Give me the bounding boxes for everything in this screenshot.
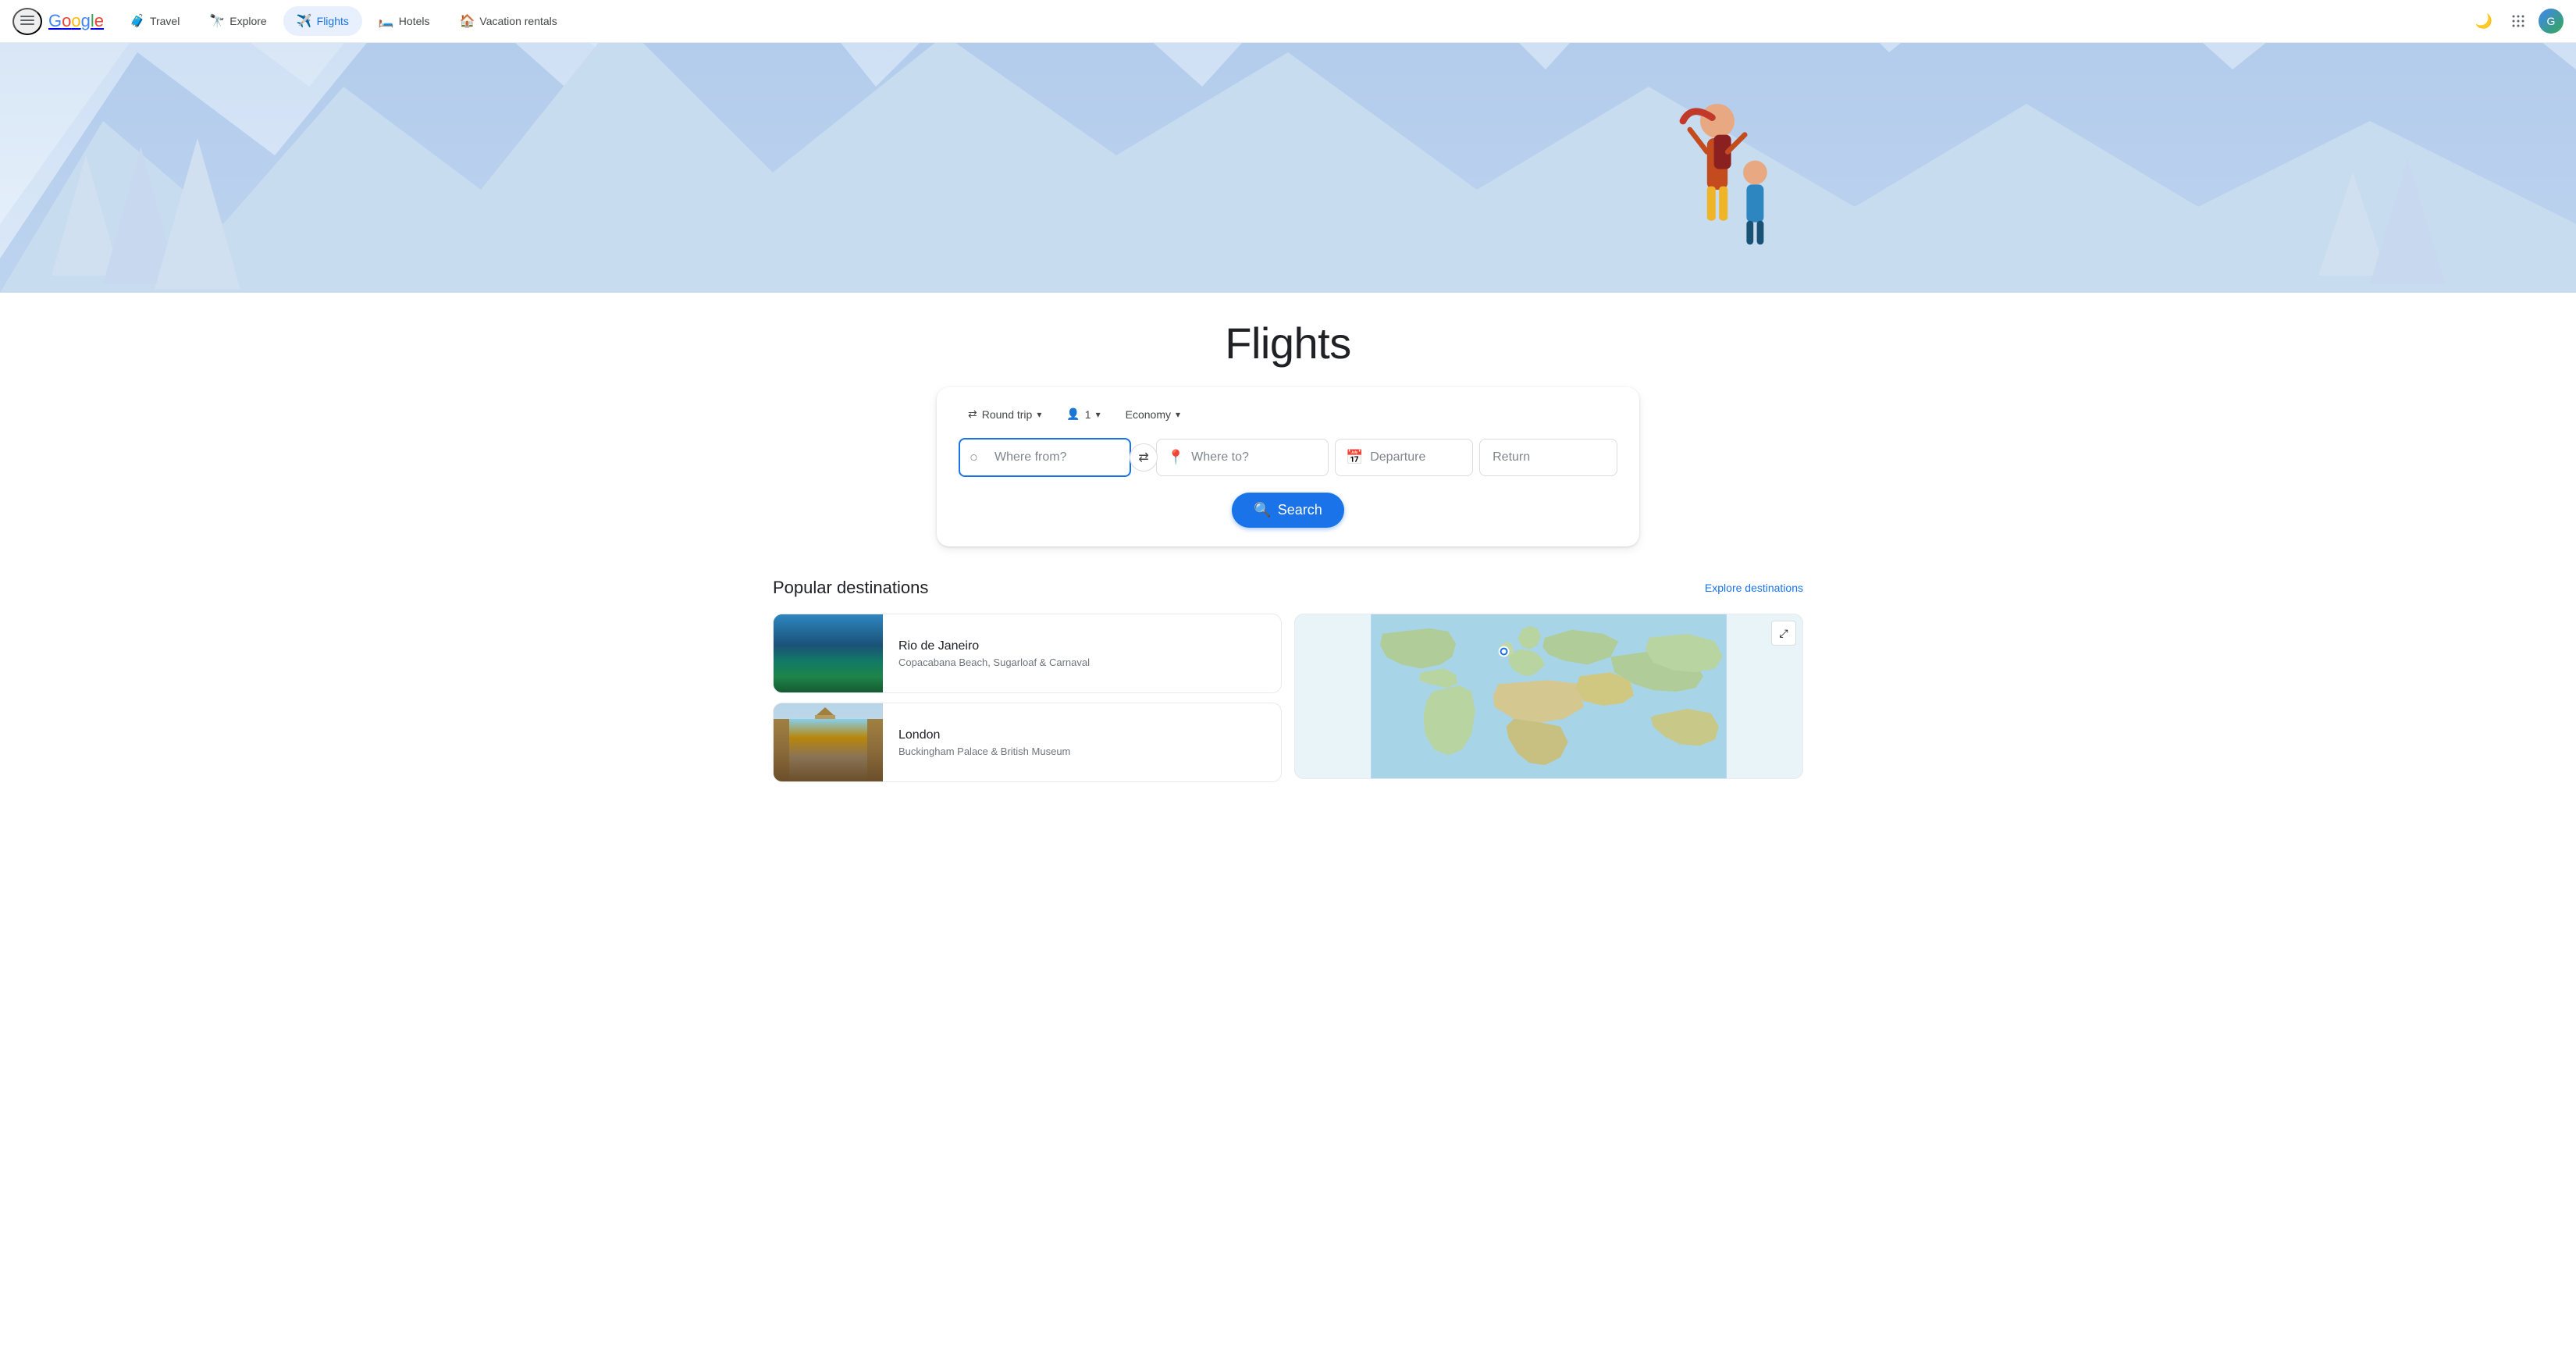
search-icon: 🔍 [1254,502,1271,518]
passengers-button[interactable]: 👤 1 ▾ [1057,403,1109,425]
cabin-class-chevron: ▾ [1176,409,1180,420]
trip-type-chevron: ▾ [1037,409,1041,420]
destinations-grid: Rio de Janeiro Copacabana Beach, Sugarlo… [773,614,1803,782]
tab-explore-label: Explore [229,15,266,27]
avatar[interactable]: G [2539,9,2564,34]
destination-info-london: London Buckingham Palace & British Museu… [883,716,1086,770]
destination-card-rio[interactable]: Rio de Janeiro Copacabana Beach, Sugarlo… [773,614,1282,693]
popular-section: Popular destinations Explore destination… [742,578,1834,829]
search-button[interactable]: 🔍 Search [1232,493,1343,528]
destination-image-rio [774,614,883,692]
world-map-svg [1295,614,1802,778]
search-options: ⇄ Round trip ▾ 👤 1 ▾ Economy ▾ [959,403,1617,425]
destination-desc-rio: Copacabana Beach, Sugarloaf & Carnaval [898,657,1090,668]
passengers-chevron: ▾ [1096,409,1101,420]
where-from-wrapper: ○ [959,438,1131,477]
explore-destinations-link[interactable]: Explore destinations [1705,582,1803,594]
search-button-label: Search [1278,502,1322,518]
hero-section: ✈ [0,43,2576,293]
return-wrapper [1479,439,1617,476]
flights-icon: ✈️ [297,13,312,29]
map-container: ⤢ [1294,614,1803,779]
where-from-input[interactable] [959,438,1131,477]
destinations-list: Rio de Janeiro Copacabana Beach, Sugarlo… [773,614,1282,782]
destination-info-rio: Rio de Janeiro Copacabana Beach, Sugarlo… [883,627,1105,681]
swap-button[interactable]: ⇄ [1130,443,1158,472]
page-title: Flights [0,318,2576,368]
destination-desc-london: Buckingham Palace & British Museum [898,746,1070,757]
departure-wrapper: 📅 [1335,439,1473,476]
destination-name-rio: Rio de Janeiro [898,639,1090,653]
cabin-class-button[interactable]: Economy ▾ [1116,404,1190,425]
hotels-icon: 🛏️ [379,13,394,29]
tab-flights-label: Flights [317,15,349,27]
hero-illustration: ✈ [0,43,2576,293]
tab-travel[interactable]: 🧳 Travel [116,6,193,36]
search-btn-wrapper: 🔍 Search [959,493,1617,528]
trip-type-button[interactable]: ⇄ Round trip ▾ [959,403,1051,425]
popular-destinations-title: Popular destinations [773,578,928,598]
header: Google 🧳 Travel 🔭 Explore ✈️ Flights 🛏️ … [0,0,2576,43]
tab-vacation-label: Vacation rentals [479,15,557,27]
explore-icon: 🔭 [209,13,225,29]
cabin-class-label: Economy [1126,408,1171,421]
search-fields: ○ ⇄ 📍 📅 [959,438,1617,477]
destination-name-london: London [898,728,1070,742]
tab-travel-label: Travel [150,15,180,27]
menu-button[interactable] [12,8,42,35]
destination-card-london[interactable]: London Buckingham Palace & British Museu… [773,703,1282,782]
map-expand-button[interactable]: ⤢ [1771,621,1796,646]
tab-explore[interactable]: 🔭 Explore [196,6,279,36]
trip-type-label: Round trip [982,408,1033,421]
nav-tabs: 🧳 Travel 🔭 Explore ✈️ Flights 🛏️ Hotels … [116,6,2464,36]
where-to-wrapper: 📍 [1156,439,1329,476]
header-right: 🌙 G [2470,7,2564,35]
destination-pin-icon: 📍 [1167,450,1184,466]
calendar-icon: 📅 [1346,450,1363,466]
return-input[interactable] [1479,439,1617,476]
tab-vacation[interactable]: 🏠 Vacation rentals [446,6,570,36]
google-logo[interactable]: Google [48,11,104,31]
apps-button[interactable] [2504,7,2532,35]
vacation-icon: 🏠 [459,13,475,29]
swap-icon: ⇄ [1138,450,1148,465]
passengers-label: 1 [1085,408,1091,421]
location-circle-icon: ○ [970,450,978,466]
trip-type-icon: ⇄ [968,407,977,421]
passenger-icon: 👤 [1066,407,1080,421]
tab-hotels[interactable]: 🛏️ Hotels [365,6,443,36]
popular-header: Popular destinations Explore destination… [773,578,1803,598]
tab-flights[interactable]: ✈️ Flights [283,6,362,36]
dark-mode-button[interactable]: 🌙 [2470,7,2498,35]
travel-icon: 🧳 [130,13,145,29]
search-container: ⇄ Round trip ▾ 👤 1 ▾ Economy ▾ ○ ⇄ 📍 📅 [937,387,1639,546]
tab-hotels-label: Hotels [399,15,430,27]
destination-image-london [774,703,883,781]
page-title-section: Flights [0,293,2576,387]
